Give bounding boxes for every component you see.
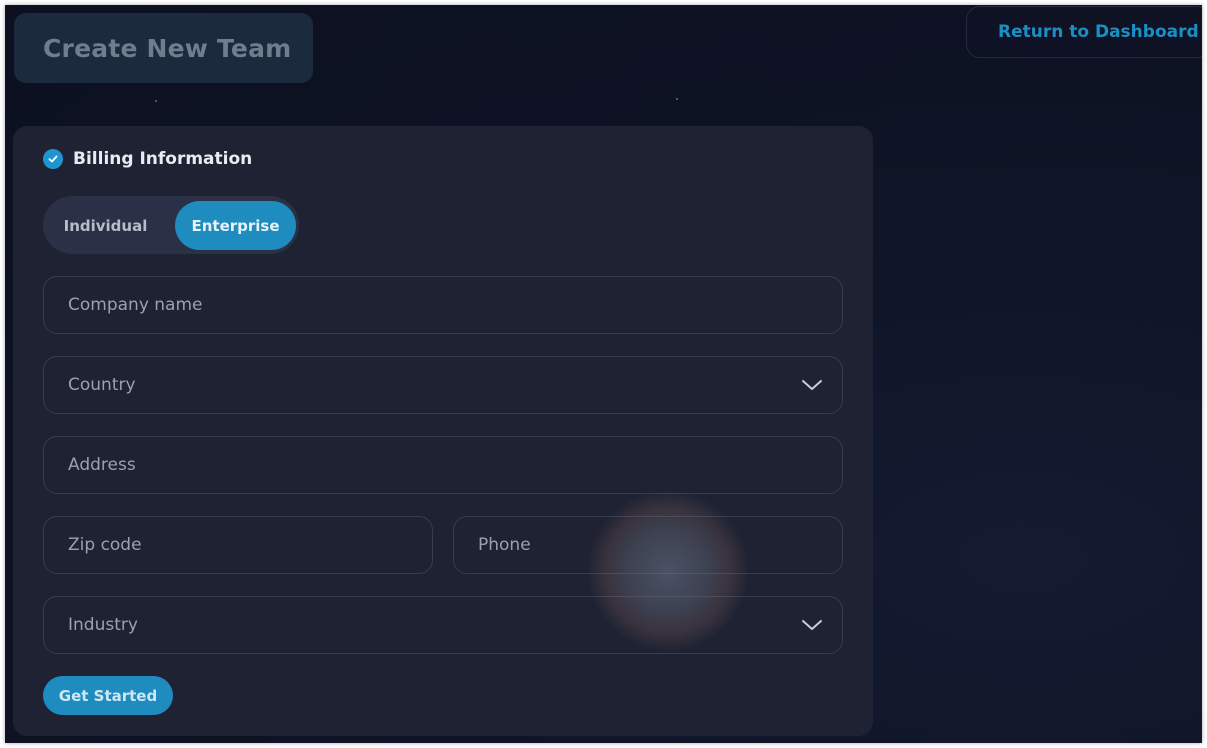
account-type-toggle: Individual Enterprise <box>43 196 299 254</box>
phone-input[interactable] <box>454 517 842 573</box>
section-title: Billing Information <box>73 149 253 169</box>
return-to-dashboard-link[interactable]: Return to Dashboard <box>966 6 1202 58</box>
billing-card: Billing Information Individual Enterpris… <box>13 126 873 736</box>
address-input[interactable] <box>44 437 842 493</box>
page-title-container: Create New Team <box>14 13 313 83</box>
phone-field <box>453 516 843 574</box>
chevron-down-icon <box>802 620 822 630</box>
page-title: Create New Team <box>43 33 292 63</box>
app-window: Create New Team Return to Dashboard Bill… <box>5 5 1202 743</box>
get-started-button[interactable]: Get Started <box>43 676 173 715</box>
industry-select-label: Industry <box>68 615 138 635</box>
check-circle-icon <box>43 149 63 169</box>
toggle-option-individual[interactable]: Individual <box>48 201 163 250</box>
zip-code-input[interactable] <box>44 517 432 573</box>
section-header: Billing Information <box>43 149 252 169</box>
company-name-field <box>43 276 843 334</box>
address-field <box>43 436 843 494</box>
company-name-input[interactable] <box>44 277 842 333</box>
background-star <box>155 100 157 102</box>
background-star <box>676 98 678 100</box>
toggle-option-enterprise[interactable]: Enterprise <box>175 201 296 250</box>
country-select-label: Country <box>68 375 136 395</box>
zip-code-field <box>43 516 433 574</box>
industry-select[interactable]: Industry <box>43 596 843 654</box>
country-select[interactable]: Country <box>43 356 843 414</box>
chevron-down-icon <box>802 380 822 390</box>
